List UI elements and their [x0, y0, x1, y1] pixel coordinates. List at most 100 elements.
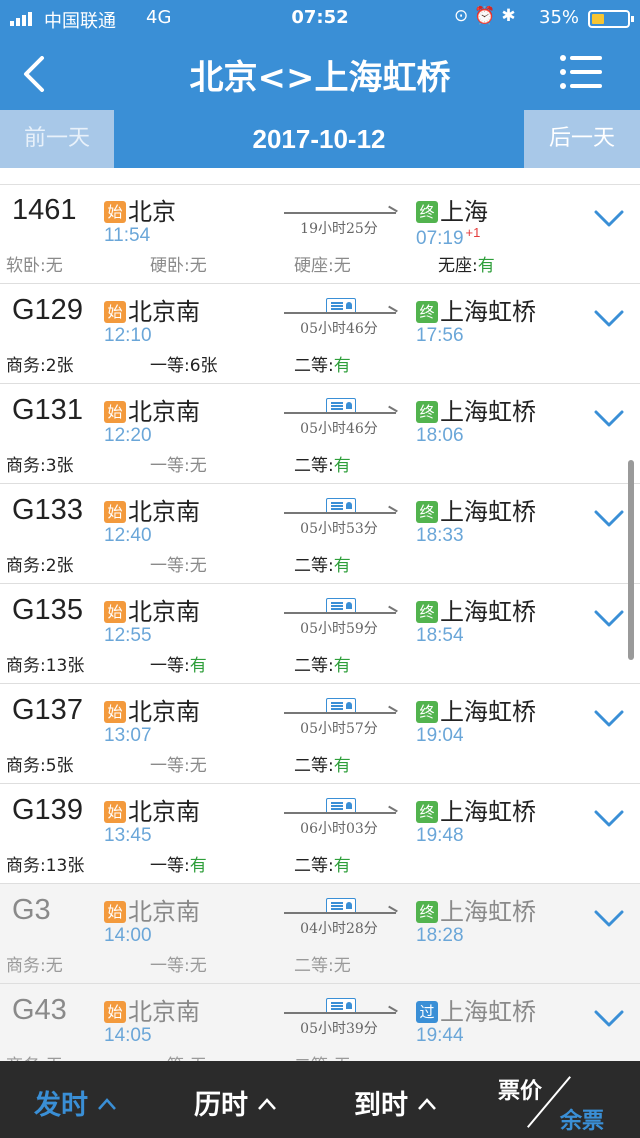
duration-indicator: 19小时25分 — [280, 202, 402, 242]
arrival-time-value: 19:48 — [416, 825, 464, 846]
seat-count: 有 — [333, 456, 351, 476]
seat-count: 无 — [45, 256, 63, 276]
list-menu-icon — [560, 55, 602, 89]
chevron-down-icon[interactable] — [594, 910, 624, 928]
train-row[interactable]: G3 始北京南 14:00 04小时28分终上海虹桥 18:28 商务:无 一等:无 二等:无 — [0, 884, 640, 984]
seat-count: 无 — [189, 256, 207, 276]
seat-count: 无 — [333, 256, 351, 276]
duration-indicator: 04小时28分 — [280, 898, 402, 942]
seat-class-label: 商务: — [6, 356, 46, 376]
seat-availability: 一等:无 — [150, 551, 207, 576]
origin-tag: 始 — [104, 801, 126, 823]
sort-remain-button[interactable]: 余票 — [560, 1103, 604, 1135]
seat-count: 13张 — [45, 656, 85, 676]
travel-duration: 05小时57分 — [300, 721, 378, 737]
seat-count: 有 — [333, 756, 351, 776]
departure-station-name: 北京南 — [128, 998, 200, 1026]
origin-tag: 始 — [104, 501, 126, 523]
scrollbar[interactable] — [628, 460, 634, 660]
departure-station-name: 北京南 — [128, 798, 200, 826]
arrival-station: 终上海虹桥 — [416, 892, 536, 927]
duration-indicator: 05小时53分 — [280, 498, 402, 542]
arrival-station-name: 上海虹桥 — [440, 598, 536, 626]
seat-count: 无 — [189, 456, 207, 476]
departure-station: 始北京 — [104, 192, 176, 227]
departure-station: 始北京南 — [104, 392, 200, 427]
arrival-station: 终上海虹桥 — [416, 292, 536, 327]
train-row[interactable]: G129 始北京南 12:10 05小时46分 终上海虹桥 17:56 商务:2张 一等:6张… — [0, 284, 640, 384]
chevron-down-icon[interactable] — [594, 410, 624, 428]
departure-time: 13:45 — [104, 825, 152, 846]
prev-day-button[interactable]: 前一天 — [0, 110, 114, 168]
train-number: 1461 — [12, 194, 77, 226]
caret-up-icon — [98, 1098, 116, 1110]
origin-tag: 始 — [104, 701, 126, 723]
departure-station: 始北京南 — [104, 292, 200, 327]
arrival-time: 18:33 — [416, 525, 464, 547]
train-row[interactable]: 1461 始北京 11:54 19小时25分终上海 07:19 +1 软卧:无 硬卧:无 硬座:… — [0, 185, 640, 284]
sort-depart-button[interactable]: 发时 — [34, 1083, 116, 1122]
sort-price-button[interactable]: 票价 — [498, 1073, 542, 1105]
battery-icon — [588, 10, 634, 28]
arrival-station: 终上海虹桥 — [416, 592, 536, 627]
departure-time: 11:54 — [104, 225, 151, 246]
chevron-down-icon[interactable] — [594, 610, 624, 628]
arrival-time-value: 19:04 — [416, 725, 464, 746]
departure-station-name: 北京南 — [128, 298, 200, 326]
chevron-down-icon[interactable] — [594, 510, 624, 528]
travel-duration: 05小时46分 — [300, 421, 378, 437]
chevron-down-icon[interactable] — [594, 710, 624, 728]
seat-count: 有 — [333, 556, 351, 576]
arrival-station: 终上海虹桥 — [416, 492, 536, 527]
travel-duration: 05小时39分 — [300, 1021, 378, 1037]
train-number: G43 — [12, 994, 67, 1026]
sort-duration-label: 历时 — [194, 1090, 248, 1121]
train-number: G139 — [12, 794, 83, 826]
train-number: G129 — [12, 294, 83, 326]
origin-tag: 始 — [104, 1001, 126, 1023]
seat-count: 有 — [333, 356, 351, 376]
train-list[interactable]: 1461 始北京 11:54 19小时25分终上海 07:19 +1 软卧:无 硬卧:无 硬座:… — [0, 184, 640, 1061]
sort-arrive-button[interactable]: 到时 — [354, 1083, 436, 1122]
train-row[interactable]: G139 始北京南 13:45 06小时03分终上海虹桥 19:48 商务:13张 一等:有… — [0, 784, 640, 884]
sort-toolbar: 发时 历时 到时 票价 余票 — [0, 1061, 640, 1138]
train-row[interactable]: G135 始北京南 12:55 05小时59分终上海虹桥 18:54 商务:13张 一等:有… — [0, 584, 640, 684]
seat-class-label: 商务: — [6, 456, 46, 476]
seat-availability: 二等:无 — [294, 951, 351, 976]
train-row[interactable]: G131 始北京南 12:20 05小时46分 终上海虹桥 18:06 商务:3张 一等:无 二… — [0, 384, 640, 484]
selected-date[interactable]: 2017-10-12 — [114, 110, 524, 168]
train-row[interactable]: G133 始北京南 12:40 05小时53分 终上海虹桥 18:33 商务:2张 一等:无 二… — [0, 484, 640, 584]
seat-class-label: 一等: — [150, 656, 190, 676]
arrival-station: 终上海虹桥 — [416, 792, 536, 827]
train-row[interactable]: G137 始北京南 13:07 05小时57分 终上海虹桥 19:04 商务:5张 一等:无 二… — [0, 684, 640, 784]
status-bar: 中国联通 4G 07:52 ⊙⏰✱ 35% — [0, 0, 640, 36]
arrival-station-name: 上海 — [440, 198, 488, 226]
sort-duration-button[interactable]: 历时 — [194, 1083, 276, 1122]
seat-count: 无 — [189, 956, 207, 976]
arrow-icon — [284, 612, 396, 614]
departure-station: 始北京南 — [104, 792, 200, 827]
seat-count: 无 — [45, 956, 63, 976]
seat-class-label: 一等: — [150, 456, 190, 476]
chevron-down-icon[interactable] — [594, 310, 624, 328]
departure-station-name: 北京南 — [128, 398, 200, 426]
travel-duration: 06小时03分 — [300, 821, 378, 837]
train-row[interactable]: G43 始北京南14:05 05小时39分 过上海虹桥19:44 商务:无 一等:无 二等:… — [0, 984, 640, 1061]
chevron-down-icon[interactable] — [594, 1010, 624, 1028]
seat-class-label: 商务: — [6, 656, 46, 676]
arrival-time-value: 18:06 — [416, 425, 464, 446]
train-number: G133 — [12, 494, 83, 526]
seat-availability: 二等:有 — [294, 451, 351, 476]
terminal-tag: 终 — [416, 801, 438, 823]
duration-indicator: 05小时46分 — [280, 298, 402, 342]
next-day-button[interactable]: 后一天 — [524, 110, 640, 168]
menu-button[interactable] — [560, 54, 602, 90]
chevron-down-icon[interactable] — [594, 810, 624, 828]
seat-class-label: 二等: — [294, 556, 334, 576]
seat-count: 6张 — [189, 356, 218, 376]
seat-availability: 一等:无 — [150, 751, 207, 776]
departure-station: 始北京南 — [104, 692, 200, 727]
date-bar: 前一天 2017-10-12 后一天 — [0, 110, 640, 168]
chevron-down-icon[interactable] — [594, 210, 624, 228]
arrow-icon — [284, 512, 396, 514]
